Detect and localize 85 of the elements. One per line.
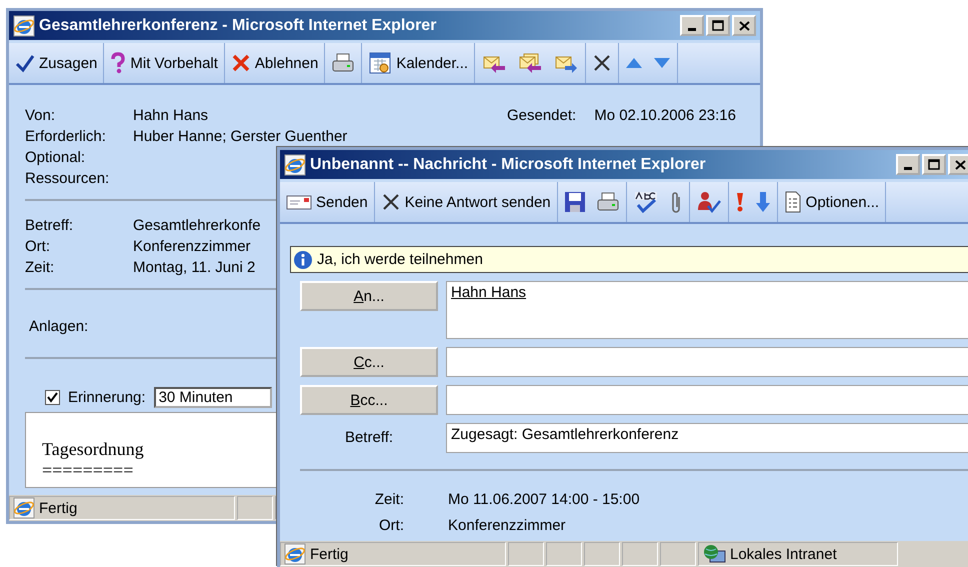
reminder-checkbox[interactable] xyxy=(45,390,60,405)
calendar-icon xyxy=(368,51,392,75)
envelopes-left-arrow-icon xyxy=(517,52,544,74)
field-label: Ressourcen: xyxy=(25,170,110,187)
check-icon xyxy=(15,53,35,73)
input-field[interactable] xyxy=(446,385,968,415)
field-label: Ort: xyxy=(25,238,51,255)
field-label: Betreff: xyxy=(344,428,394,448)
info-text: Ja, ich werde teilnehmen xyxy=(317,251,483,268)
maximize-button[interactable] xyxy=(922,154,946,175)
field-label: Von: xyxy=(25,107,56,124)
status-text: Fertig xyxy=(310,546,348,562)
minimize-icon xyxy=(688,28,696,31)
info-icon xyxy=(293,250,313,270)
status-pane xyxy=(660,542,696,566)
close-icon xyxy=(738,20,750,30)
checkbox-label: Erinnerung: xyxy=(68,389,146,406)
down-arrow-icon xyxy=(754,191,771,213)
minimize-button[interactable] xyxy=(896,154,920,175)
address-button[interactable]: An... xyxy=(300,281,438,311)
field-value: Hahn Hans xyxy=(133,107,208,124)
field-value: Huber Hanne; Gerster Guenther xyxy=(133,128,348,145)
field-value: Montag, 11. Juni 2 xyxy=(133,259,256,276)
printer-icon xyxy=(596,191,620,213)
exclamation-icon xyxy=(734,191,745,213)
question-mark-icon xyxy=(110,52,126,74)
toolbar-button[interactable]: Kalender... xyxy=(365,48,472,78)
field-label: Zeit: xyxy=(374,490,405,508)
body-text: Tagesordnung xyxy=(42,439,144,460)
window-title: Gesamtlehrerkonferenz - Microsoft Internet Explorer xyxy=(39,16,436,34)
field-label: Anlagen: xyxy=(29,318,90,335)
window-title: Unbenannt -- Nachricht - Microsoft Internet Explorer xyxy=(310,156,706,174)
field-label: Optional: xyxy=(25,149,86,166)
cross-icon xyxy=(380,192,401,212)
field-label: Erforderlich: xyxy=(25,128,107,145)
toolbar-button[interactable]: Zusagen xyxy=(12,48,100,78)
browser-logo-icon xyxy=(13,14,35,36)
input-field[interactable]: Zugesagt: Gesamtlehrerkonferenz xyxy=(446,423,968,453)
field-value: Konferenzzimmer xyxy=(133,238,251,255)
toolbar-button[interactable]: Keine Antwort senden xyxy=(378,187,554,217)
maximize-icon xyxy=(928,159,940,170)
status-pane xyxy=(584,542,620,566)
toolbar-button[interactable]: Ablehnen xyxy=(228,48,322,78)
browser-logo-icon xyxy=(284,154,306,176)
globe-monitor-icon xyxy=(702,543,726,565)
status-text: Fertig xyxy=(39,500,78,516)
input-field[interactable]: Hahn Hans xyxy=(446,281,968,339)
check-mark-icon xyxy=(47,392,58,403)
cross-icon xyxy=(592,53,612,73)
maximize-button[interactable] xyxy=(706,15,730,36)
status-pane xyxy=(546,542,582,566)
field-label: Gesendet: xyxy=(506,107,576,124)
field-label: Zeit: xyxy=(25,259,56,276)
printer-icon xyxy=(331,52,356,74)
field-label: Betreff: xyxy=(25,217,74,234)
status-pane xyxy=(622,542,658,566)
field-value: Mo 02.10.2006 23:16 xyxy=(594,107,736,124)
input-field[interactable] xyxy=(446,347,968,377)
envelope-icon xyxy=(286,193,312,211)
reminder-dropdown[interactable]: 30 Minuten xyxy=(154,387,272,408)
down-arrow-icon xyxy=(653,56,672,70)
close-icon xyxy=(954,160,966,170)
maximize-icon xyxy=(712,20,724,31)
cross-icon xyxy=(230,53,251,73)
toolbar-button[interactable]: Optionen... xyxy=(780,187,882,217)
field-value: Konferenzzimmer xyxy=(448,516,566,534)
document-icon xyxy=(784,191,802,213)
field-label: Ort: xyxy=(378,516,405,534)
close-button[interactable] xyxy=(732,15,756,36)
close-button[interactable] xyxy=(948,154,968,175)
minimize-button[interactable] xyxy=(680,15,704,36)
status-pane xyxy=(237,496,273,520)
address-button[interactable]: Bcc... xyxy=(300,385,438,415)
spell-check-icon xyxy=(632,191,659,213)
toolbar-button[interactable]: Mit Vorbehalt xyxy=(107,48,221,78)
person-check-icon xyxy=(696,190,722,214)
body-text: ========= xyxy=(42,460,134,481)
field-value: Gesamtlehrerkonfe xyxy=(133,217,261,234)
status-pane xyxy=(508,542,544,566)
zone-text: Lokales Intranet xyxy=(730,546,837,562)
toolbar-button[interactable]: Senden xyxy=(283,187,371,217)
address-button[interactable]: Cc... xyxy=(300,347,438,377)
field-value: Mo 11.06.2007 14:00 - 15:00 xyxy=(448,490,640,508)
minimize-icon xyxy=(904,167,912,170)
up-arrow-icon xyxy=(625,56,644,70)
